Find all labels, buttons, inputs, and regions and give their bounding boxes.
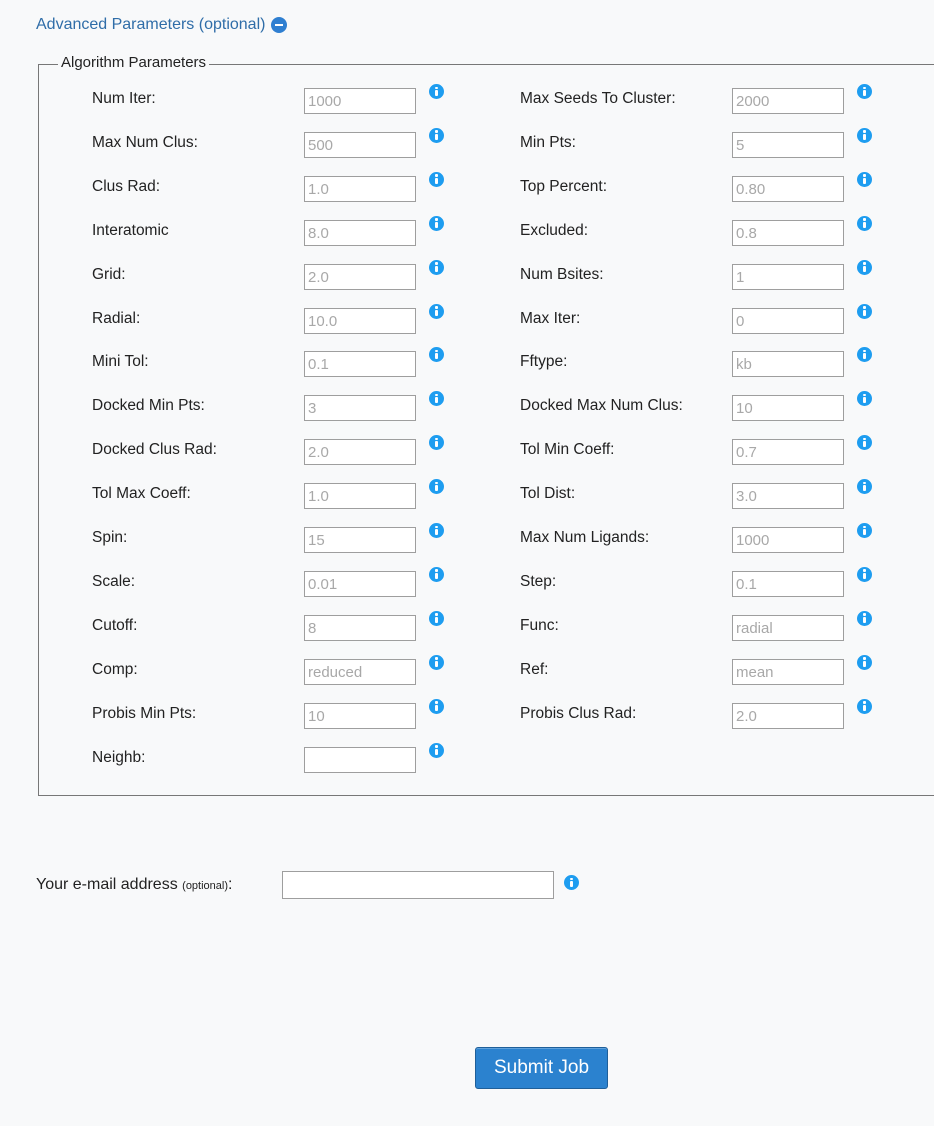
- param-label: Step:: [520, 572, 557, 590]
- param-input[interactable]: reduced: [304, 658, 416, 685]
- minus-circle-icon[interactable]: [271, 17, 288, 33]
- info-icon[interactable]: [857, 566, 872, 582]
- param-input[interactable]: 0.8: [732, 219, 844, 246]
- param-label: Probis Clus Rad:: [520, 704, 637, 722]
- param-label: Probis Min Pts:: [92, 704, 197, 722]
- algorithm-parameters-legend: Algorithm Parameters: [58, 54, 210, 71]
- info-icon[interactable]: [564, 875, 579, 890]
- param-input[interactable]: 3.0: [732, 483, 844, 510]
- email-label: Your e-mail address (optional):: [36, 876, 233, 893]
- info-icon[interactable]: [857, 698, 872, 714]
- info-icon[interactable]: [429, 259, 444, 275]
- param-label: Docked Max Num Clus:: [520, 397, 683, 415]
- param-input[interactable]: 3: [304, 395, 416, 422]
- info-icon[interactable]: [857, 303, 872, 319]
- param-input[interactable]: 1: [732, 263, 844, 290]
- param-input[interactable]: 1000: [732, 527, 844, 553]
- param-label: Min Pts:: [520, 133, 576, 151]
- algorithm-parameters-fieldset: [38, 64, 934, 796]
- param-input[interactable]: kb: [732, 351, 844, 378]
- param-label: Num Iter:: [92, 90, 156, 107]
- param-input[interactable]: 1.0: [304, 175, 416, 202]
- info-icon[interactable]: [429, 171, 444, 187]
- email-optional-note: (optional): [182, 880, 229, 892]
- param-input[interactable]: 10: [732, 395, 844, 422]
- info-icon[interactable]: [857, 610, 872, 626]
- param-label: Fftype:: [520, 353, 568, 371]
- param-label: Max Seeds To Cluster:: [520, 90, 676, 107]
- advanced-parameters-toggle[interactable]: Advanced Parameters (optional): [36, 16, 288, 34]
- param-input[interactable]: 2.0: [304, 263, 416, 290]
- info-icon[interactable]: [429, 566, 444, 582]
- param-label: Cutoff:: [92, 616, 138, 634]
- param-label: Max Iter:: [520, 309, 581, 327]
- info-icon[interactable]: [857, 84, 872, 99]
- param-label: Tol Min Coeff:: [520, 441, 615, 459]
- param-input[interactable]: 10: [304, 702, 416, 729]
- info-icon[interactable]: [429, 654, 444, 670]
- param-input[interactable]: 0.01: [304, 570, 416, 597]
- info-icon[interactable]: [429, 698, 444, 714]
- param-label: Func:: [520, 616, 559, 634]
- info-icon[interactable]: [429, 215, 444, 231]
- info-icon[interactable]: [429, 127, 444, 143]
- param-label: Ref:: [520, 660, 549, 678]
- param-label: Docked Min Pts:: [92, 397, 205, 415]
- info-icon[interactable]: [857, 259, 872, 275]
- param-input[interactable]: 2000: [732, 88, 844, 114]
- info-icon[interactable]: [429, 84, 444, 99]
- email-field[interactable]: [282, 871, 554, 899]
- param-label: Max Num Clus:: [92, 133, 198, 151]
- param-input[interactable]: 0.7: [732, 439, 844, 466]
- param-input[interactable]: 10.0: [304, 307, 416, 334]
- param-input[interactable]: 2.0: [732, 702, 844, 729]
- param-label: Docked Clus Rad:: [92, 441, 217, 459]
- param-label: Tol Dist:: [520, 485, 576, 503]
- param-label: Max Num Ligands:: [520, 529, 650, 546]
- param-input[interactable]: 0.80: [732, 175, 844, 202]
- param-label: Excluded:: [520, 221, 589, 239]
- info-icon[interactable]: [857, 654, 872, 670]
- param-input[interactable]: 8: [304, 614, 416, 641]
- param-label: Grid:: [92, 265, 126, 283]
- param-label: Comp:: [92, 660, 138, 678]
- param-label: Spin:: [92, 529, 128, 546]
- info-icon[interactable]: [857, 171, 872, 187]
- param-input[interactable]: 0.1: [732, 570, 844, 597]
- param-label: Num Bsites:: [520, 265, 604, 283]
- info-icon[interactable]: [857, 479, 872, 495]
- advanced-parameters-title[interactable]: Advanced Parameters (optional): [36, 16, 265, 34]
- param-label: Clus Rad:: [92, 177, 161, 195]
- param-input[interactable]: 1.0: [304, 483, 416, 510]
- param-input[interactable]: 8.0: [304, 219, 416, 246]
- info-icon[interactable]: [429, 523, 444, 538]
- info-icon[interactable]: [429, 742, 444, 758]
- param-input[interactable]: 1000: [304, 88, 416, 114]
- param-input[interactable]: 0: [732, 307, 844, 334]
- info-icon[interactable]: [857, 215, 872, 231]
- info-icon[interactable]: [857, 523, 872, 538]
- info-icon[interactable]: [429, 303, 444, 319]
- info-icon[interactable]: [429, 610, 444, 626]
- param-label: Scale:: [92, 572, 136, 590]
- param-input[interactable]: [304, 746, 416, 773]
- param-input[interactable]: radial: [732, 614, 844, 641]
- submit-job-button[interactable]: Submit Job: [475, 1047, 608, 1089]
- param-label: Neighb:: [92, 748, 146, 766]
- param-input[interactable]: mean: [732, 658, 844, 685]
- param-input[interactable]: 500: [304, 131, 416, 158]
- param-label: Tol Max Coeff:: [92, 485, 191, 503]
- param-label: Radial:: [92, 309, 141, 327]
- info-icon[interactable]: [857, 127, 872, 143]
- param-label: Mini Tol:: [92, 353, 149, 371]
- param-input[interactable]: 15: [304, 527, 416, 553]
- param-input[interactable]: 2.0: [304, 439, 416, 466]
- info-icon[interactable]: [429, 479, 444, 495]
- param-input[interactable]: 5: [732, 131, 844, 158]
- param-input[interactable]: 0.1: [304, 351, 416, 378]
- param-label: Top Percent:: [520, 177, 608, 195]
- param-label: Interatomic: [92, 221, 169, 239]
